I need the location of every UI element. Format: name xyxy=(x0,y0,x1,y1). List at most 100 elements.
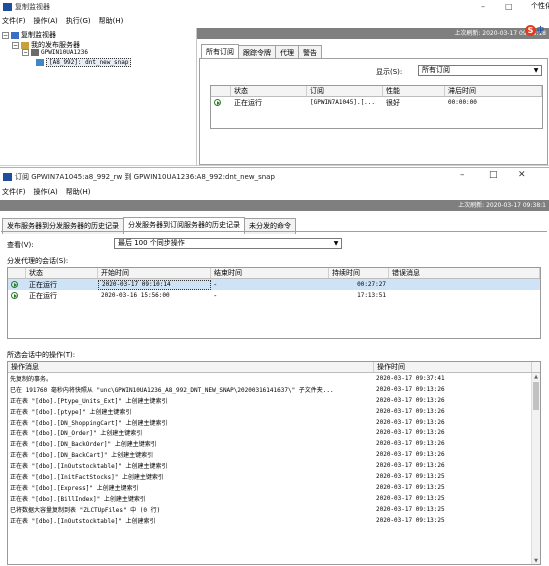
menu-action[interactable]: 操作(A) xyxy=(34,187,58,197)
tree-node-server[interactable]: − GPWIN10UA1236 xyxy=(22,49,88,56)
ime-mode-icon: 中 xyxy=(537,26,544,34)
show-select-value: 所有订阅 xyxy=(422,66,450,74)
cell-action-time: 2020-03-17 09:13:25 xyxy=(376,494,445,502)
cell-action-message: 正在表 "[dbo].[InitFactStocks]" 上创建主键索引 xyxy=(10,473,164,481)
col-status[interactable]: 状态 xyxy=(231,86,307,96)
table-row[interactable]: 正在表 "[dbo].[InOutstocktable]" 上创建主键索引 202… xyxy=(8,460,540,471)
table-row[interactable]: 正在表 "[dbo].[Ptype_Units_Ext]" 上创建主键索引 202… xyxy=(8,395,540,406)
app-icon xyxy=(3,172,12,181)
cell-duration: 00:27:27 xyxy=(357,281,386,288)
col-action-message[interactable]: 操作消息 xyxy=(8,362,374,372)
col-start-time[interactable]: 开始时间 xyxy=(98,268,211,278)
actions-scrollbar[interactable]: ▲ ▼ xyxy=(531,373,540,564)
tree-node-root[interactable]: − 复制监视器 xyxy=(2,30,56,40)
maximize-button[interactable]: □ xyxy=(505,2,513,11)
table-row[interactable]: 正在表 "[dbo].[BillIndex]" 上创建主键索引 2020-03-1… xyxy=(8,493,540,504)
back-titlebar: 复制监视器 xyxy=(0,0,549,14)
cell-action-message: 正在表 "[dbo].[DN_BackCart]" 上创建主键索引 xyxy=(10,452,154,460)
cell-action-message: 正在表 "[dbo].[DN_ShoppingCart]" 上创建主键索引 xyxy=(10,419,168,427)
cell-action-time: 2020-03-17 09:13:25 xyxy=(376,516,445,524)
app-icon xyxy=(3,3,12,11)
cell-action-message: 先复制的事务。 xyxy=(10,375,53,383)
cell-action-message: 正在表 "[dbo].[InOutstocktable]" 上创建索引 xyxy=(10,517,156,525)
table-row[interactable]: 先复制的事务。 2020-03-17 09:37:41 xyxy=(8,373,540,384)
col-icon[interactable] xyxy=(211,86,231,96)
cell-action-message: 已在 191760 毫秒内将快照从 "unc\GPWIN10UA1236_A8_… xyxy=(10,386,334,394)
tree-label-root: 复制监视器 xyxy=(21,31,56,39)
maximize-button[interactable]: □ xyxy=(489,170,498,180)
table-row[interactable]: 正在表 "[dbo].[Express]" 上创建主键索引 2020-03-17 … xyxy=(8,482,540,493)
col-performance[interactable]: 性能 xyxy=(383,86,445,96)
sogou-icon: S xyxy=(525,24,536,36)
collapse-icon[interactable]: − xyxy=(2,31,9,39)
collapse-icon[interactable]: − xyxy=(12,41,19,49)
navigation-tree: − 复制监视器 − 我的发布服务器 − GPWIN10UA1236 [A8_99… xyxy=(0,28,196,166)
cell-action-time: 2020-03-17 09:37:41 xyxy=(376,374,445,382)
chevron-down-icon[interactable]: ▼ xyxy=(531,66,541,75)
minimize-button[interactable]: – xyxy=(481,2,485,11)
show-select[interactable]: 所有订阅 ▼ xyxy=(418,65,542,76)
view-select[interactable]: 最后 100 个同步操作 ▼ xyxy=(114,238,342,249)
collapse-icon[interactable]: − xyxy=(22,49,29,56)
table-row[interactable]: 正在运行 2020-03-17 09:10:14 - 00:27:27 xyxy=(8,279,540,290)
menu-file[interactable]: 文件(F) xyxy=(2,187,26,197)
table-row[interactable]: 正在运行 2020-03-16 15:56:00 - 17:13:51 xyxy=(8,290,540,301)
actions-grid-header: 操作消息 操作时间 xyxy=(8,362,540,373)
cell-action-time: 2020-03-17 09:13:25 xyxy=(376,483,445,491)
scroll-thumb[interactable] xyxy=(533,382,539,410)
scroll-up-icon[interactable]: ▲ xyxy=(532,373,540,381)
cell-action-message: 正在表 "[dbo].[Ptype_Units_Ext]" 上创建主键索引 xyxy=(10,397,168,405)
table-row[interactable]: 正在表 "[dbo].[InOutstocktable]" 上创建索引 2020-… xyxy=(8,515,540,526)
menu-action[interactable]: 操作(A) xyxy=(34,16,58,26)
col-subscription[interactable]: 订阅 xyxy=(307,86,383,96)
tree-label-server: GPWIN10UA1236 xyxy=(41,49,88,56)
cell-status: 正在运行 xyxy=(29,291,57,300)
menu-go[interactable]: 执行(G) xyxy=(66,16,91,26)
front-last-refresh-bar: 上次刷新: 2020-03-17 09:38:1 xyxy=(0,200,549,211)
cell-action-time: 2020-03-17 09:13:26 xyxy=(376,407,445,415)
actions-body: 先复制的事务。 2020-03-17 09:37:41 已在 191760 毫秒内将… xyxy=(8,373,540,525)
cell-action-message: 正在表 "[dbo].[ptype]" 上创建主键索引 xyxy=(10,408,132,416)
table-row[interactable]: 正在表 "[dbo].[DN_BackCart]" 上创建主键索引 2020-03… xyxy=(8,449,540,460)
all-subscriptions-panel: 显示(S): 所有订阅 ▼ 状态 订阅 性能 滞后时间 正在运行 [GPWIN7… xyxy=(199,58,548,165)
cell-status: 正在运行 xyxy=(234,98,262,107)
front-window-title: 订阅 GPWIN7A1045:a8_992_rw 到 GPWIN10UA1236… xyxy=(15,172,275,181)
table-row[interactable]: 正在表 "[dbo].[InitFactStocks]" 上创建主键索引 2020… xyxy=(8,471,540,482)
cell-end-time: - xyxy=(214,280,217,289)
running-icon xyxy=(11,281,18,288)
table-row[interactable]: 正在表 "[dbo].[ptype]" 上创建主键索引 2020-03-17 09… xyxy=(8,406,540,417)
close-button[interactable]: ✕ xyxy=(518,170,526,180)
table-row[interactable]: 已在 191760 毫秒内将快照从 "unc\GPWIN10UA1236_A8_… xyxy=(8,384,540,395)
back-menubar: 文件(F) 操作(A) 执行(G) 帮助(H) xyxy=(0,14,549,27)
sessions-grid-header: 状态 开始时间 结束时间 持续时间 错误消息 xyxy=(8,268,540,279)
cell-action-time: 2020-03-17 09:13:26 xyxy=(376,451,445,459)
subscription-window: 订阅 GPWIN7A1045:a8_992_rw 到 GPWIN10UA1236… xyxy=(0,167,549,566)
col-error-message[interactable]: 错误消息 xyxy=(389,268,540,278)
running-icon xyxy=(214,99,221,106)
menu-help[interactable]: 帮助(H) xyxy=(99,16,124,26)
table-row[interactable]: 正在表 "[dbo].[DN_BackOrder]" 上创建主键索引 2020-0… xyxy=(8,438,540,449)
table-row[interactable]: 正在表 "[dbo].[DN_Order]" 上创建主键索引 2020-03-17… xyxy=(8,427,540,438)
col-action-time[interactable]: 操作时间 xyxy=(374,362,532,372)
col-duration[interactable]: 持续时间 xyxy=(329,268,389,278)
menu-help[interactable]: 帮助(H) xyxy=(66,187,91,197)
col-status[interactable]: 状态 xyxy=(26,268,98,278)
replication-monitor-window: 复制监视器 – □ 个性化 文件(F) 操作(A) 执行(G) 帮助(H) − … xyxy=(0,0,549,166)
col-latency[interactable]: 滞后时间 xyxy=(445,86,542,96)
chevron-down-icon[interactable]: ▼ xyxy=(331,239,341,248)
sessions-label: 分发代理的会话(S): xyxy=(7,257,69,265)
subscriptions-grid-header: 状态 订阅 性能 滞后时间 xyxy=(211,86,542,97)
cell-duration: 17:13:51 xyxy=(357,292,386,299)
table-row[interactable]: 已将数据大容量复制到表 "ZLCTUpFiles" 中 (0 行) 2020-03… xyxy=(8,504,540,515)
cell-subscription: [GPWIN7A1045].[... xyxy=(310,99,376,106)
scroll-down-icon[interactable]: ▼ xyxy=(532,557,540,564)
publication-icon xyxy=(36,59,44,66)
minimize-button[interactable]: – xyxy=(460,170,465,180)
table-row[interactable]: 正在表 "[dbo].[DN_ShoppingCart]" 上创建主键索引 202… xyxy=(8,417,540,428)
table-row[interactable]: 正在运行 [GPWIN7A1045].[... 很好 00:00:00 xyxy=(211,97,542,108)
menu-file[interactable]: 文件(F) xyxy=(2,16,26,26)
col-icon[interactable] xyxy=(8,268,26,278)
view-select-value: 最后 100 个同步操作 xyxy=(118,239,185,247)
col-end-time[interactable]: 结束时间 xyxy=(211,268,329,278)
tree-node-publication[interactable]: [A8_992]: dnt_new_snap xyxy=(36,58,132,67)
